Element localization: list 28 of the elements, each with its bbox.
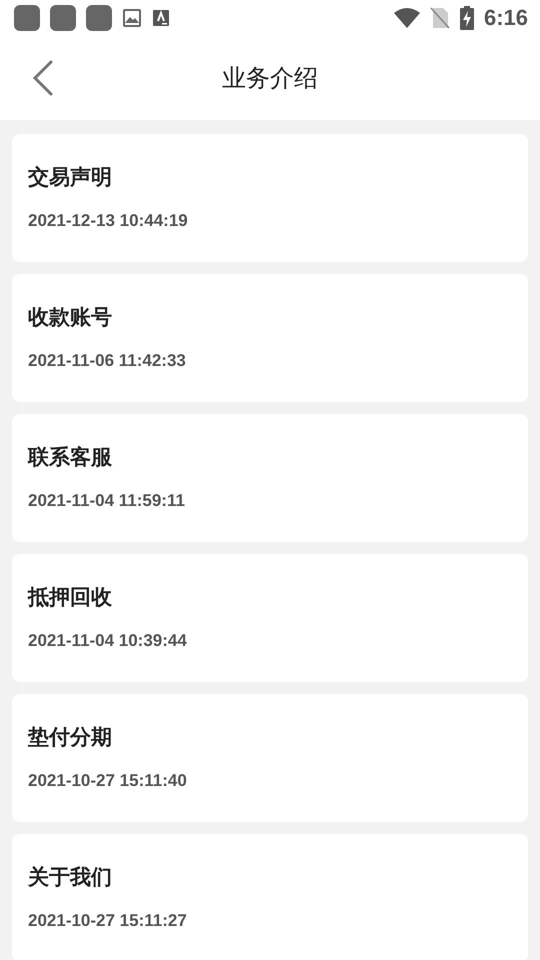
page-title: 业务介绍 xyxy=(222,64,318,94)
article-card[interactable]: 收款账号 2021-11-06 11:42:33 xyxy=(12,274,528,402)
article-card[interactable]: 联系客服 2021-11-04 11:59:11 xyxy=(12,414,528,542)
article-date: 2021-11-04 11:59:11 xyxy=(28,490,185,512)
no-sim-icon xyxy=(430,7,450,29)
article-card[interactable]: 垫付分期 2021-10-27 15:11:40 xyxy=(12,694,528,822)
article-date: 2021-10-27 15:11:40 xyxy=(28,770,187,792)
article-date: 2021-12-13 10:44:19 xyxy=(28,210,188,232)
back-icon[interactable] xyxy=(32,60,54,96)
status-time: 6:16 xyxy=(484,5,528,31)
article-card[interactable]: 交易声明 2021-12-13 10:44:19 xyxy=(12,134,528,262)
article-date: 2021-10-27 15:11:27 xyxy=(28,910,187,932)
article-title: 抵押回收 xyxy=(28,585,112,611)
article-card[interactable]: 关于我们 2021-10-27 15:11:27 xyxy=(12,834,528,960)
image-icon xyxy=(122,8,142,28)
article-title: 交易声明 xyxy=(28,164,112,191)
article-card[interactable]: 抵押回收 2021-11-04 10:39:44 xyxy=(12,554,528,682)
battery-charging-icon xyxy=(460,6,474,30)
notification-icon xyxy=(50,5,76,31)
notification-icon xyxy=(14,5,40,31)
article-title: 关于我们 xyxy=(28,865,112,891)
wifi-icon xyxy=(394,8,420,28)
article-date: 2021-11-04 10:39:44 xyxy=(28,630,187,652)
article-title: 垫付分期 xyxy=(28,725,112,751)
article-date: 2021-11-06 11:42:33 xyxy=(28,350,186,372)
article-title: 收款账号 xyxy=(28,305,112,331)
article-title: 联系客服 xyxy=(28,444,112,471)
notification-icon xyxy=(86,5,112,31)
